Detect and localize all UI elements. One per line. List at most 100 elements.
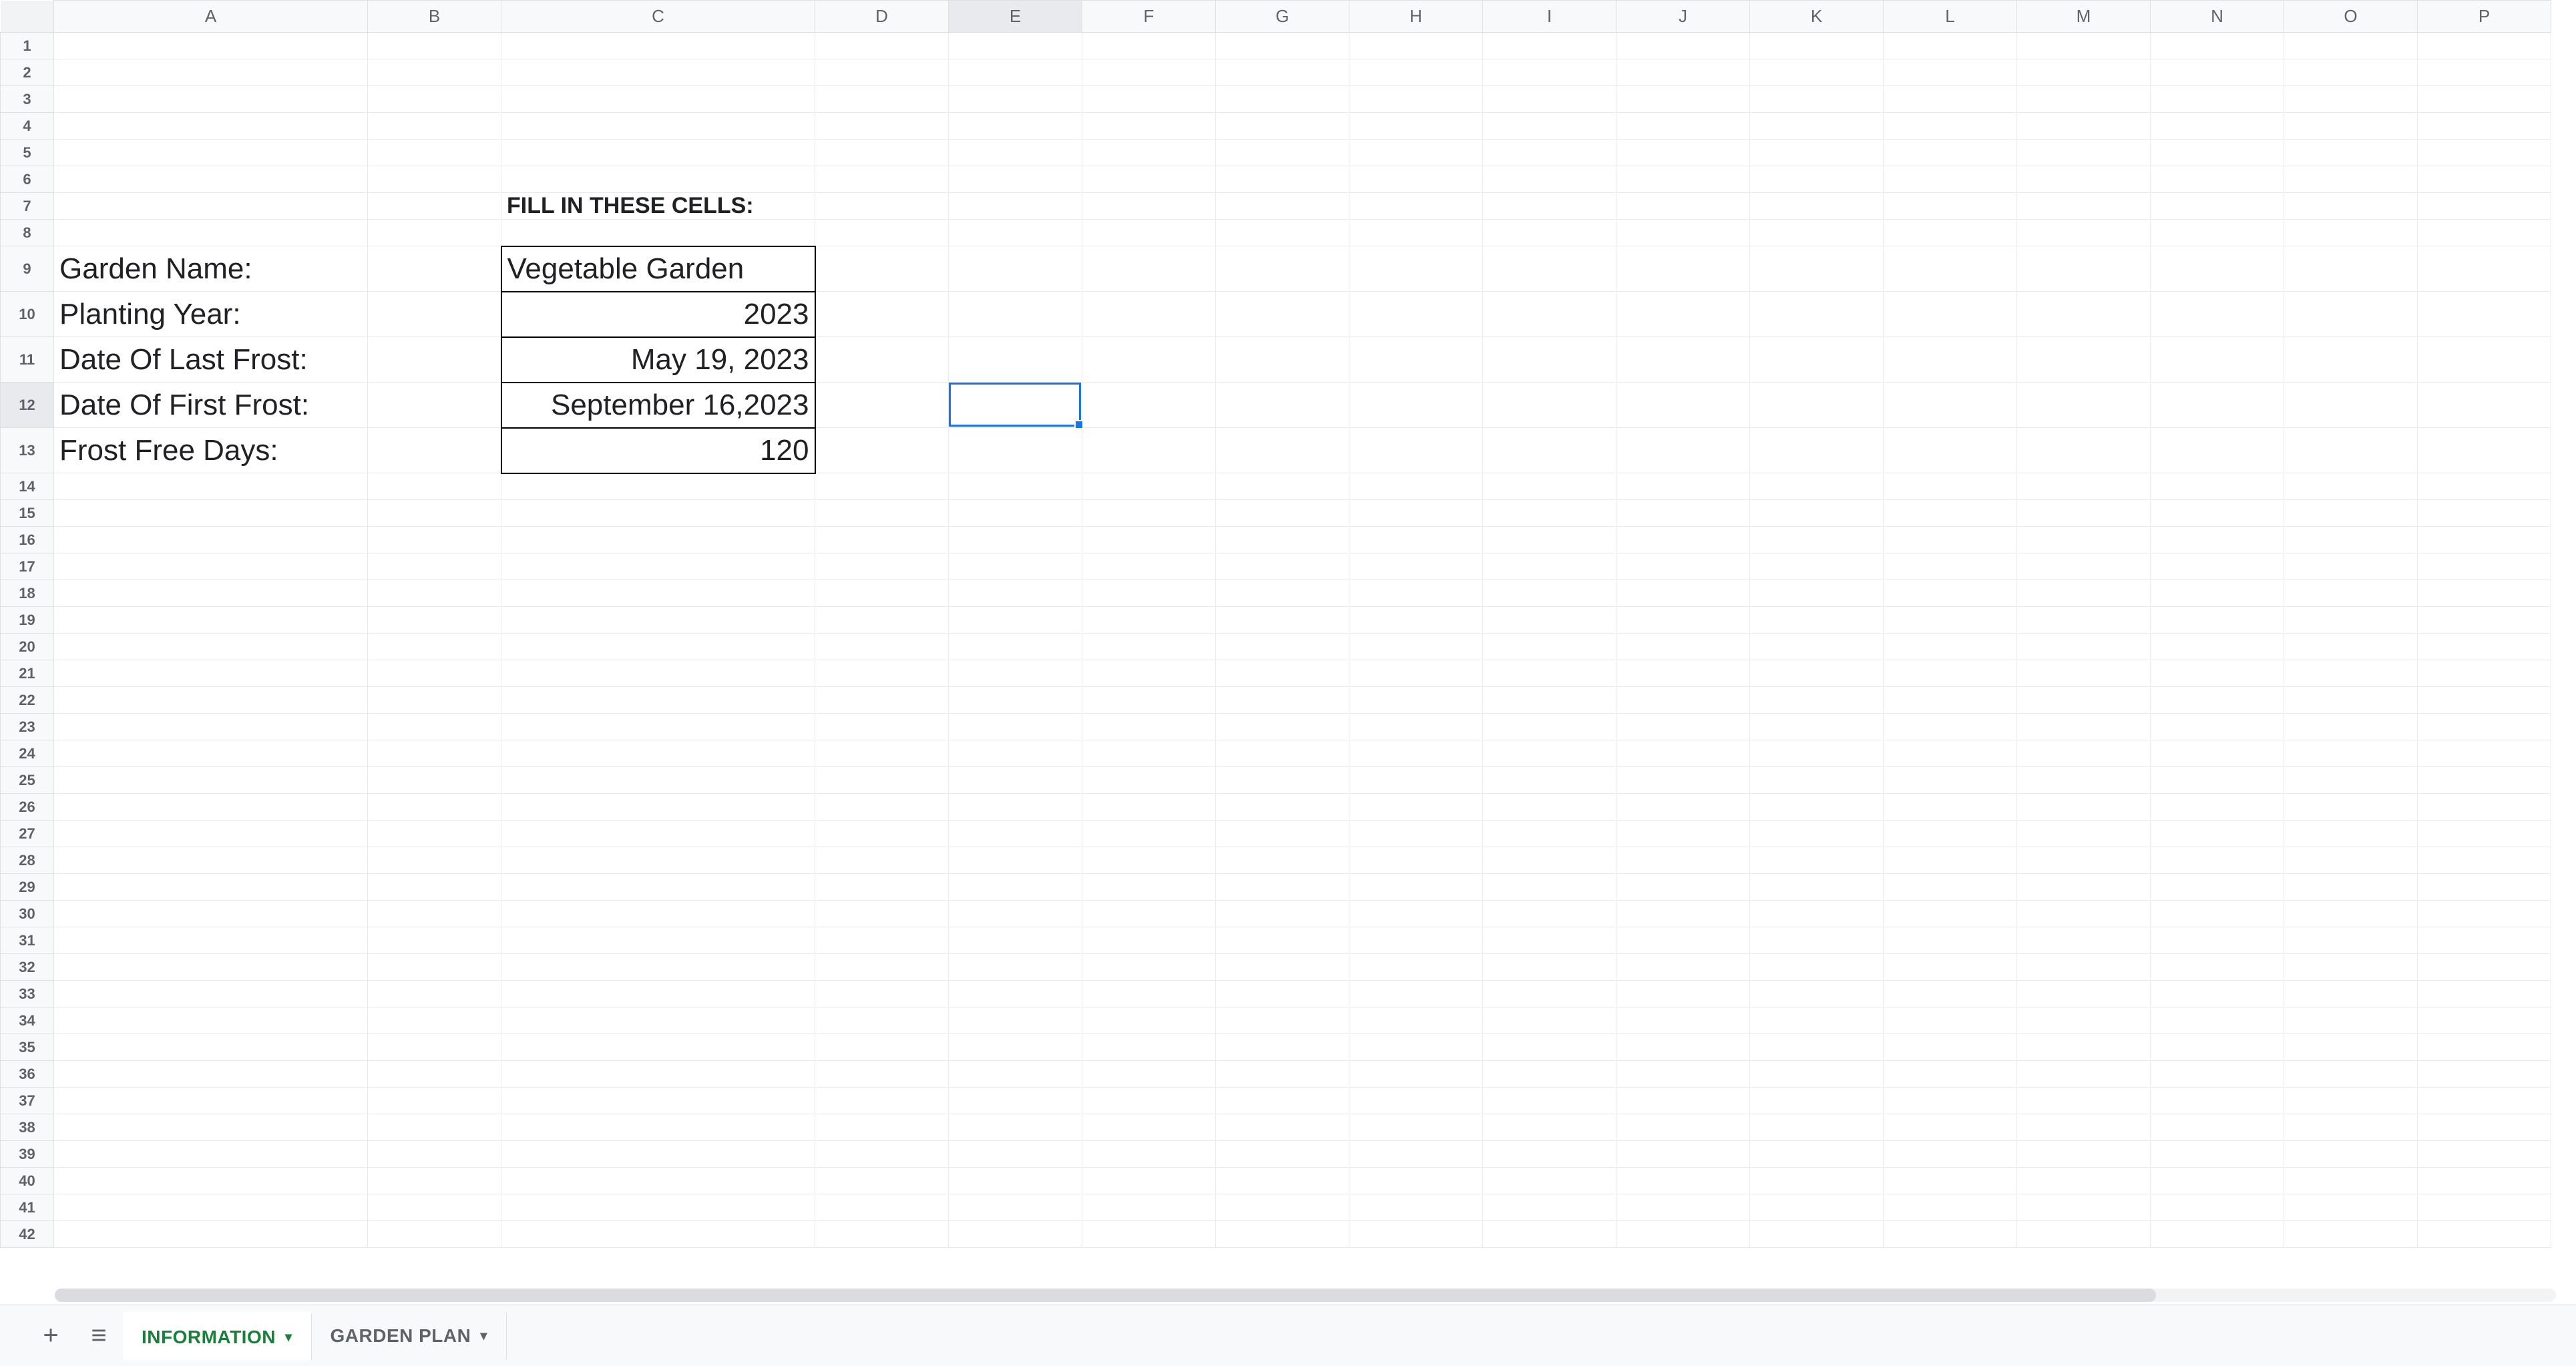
cell-A10[interactable]: Planting Year: (54, 292, 368, 337)
row-header-41[interactable]: 41 (1, 1194, 54, 1221)
cell-N5[interactable] (2151, 140, 2284, 166)
cell-O17[interactable] (2284, 553, 2418, 580)
cell-P21[interactable] (2418, 660, 2551, 687)
cell-G21[interactable] (1216, 660, 1349, 687)
cell-G16[interactable] (1216, 527, 1349, 553)
cell-A34[interactable] (54, 1007, 368, 1034)
cell-G32[interactable] (1216, 954, 1349, 981)
cell-J26[interactable] (1617, 794, 1750, 821)
cell-M31[interactable] (2017, 927, 2151, 954)
cell-I29[interactable] (1483, 874, 1617, 901)
cell-L15[interactable] (1884, 500, 2017, 527)
cell-P8[interactable] (2418, 220, 2551, 246)
cell-A42[interactable] (54, 1221, 368, 1248)
cell-H8[interactable] (1349, 220, 1483, 246)
row-header-8[interactable]: 8 (1, 220, 54, 246)
cell-K9[interactable] (1750, 246, 1884, 292)
cell-B35[interactable] (368, 1034, 501, 1061)
cell-H35[interactable] (1349, 1034, 1483, 1061)
row-header-35[interactable]: 35 (1, 1034, 54, 1061)
row-header-40[interactable]: 40 (1, 1168, 54, 1194)
column-header-O[interactable]: O (2284, 1, 2418, 33)
cell-M10[interactable] (2017, 292, 2151, 337)
cell-M37[interactable] (2017, 1088, 2151, 1114)
cell-L26[interactable] (1884, 794, 2017, 821)
cell-O23[interactable] (2284, 714, 2418, 740)
column-header-B[interactable]: B (368, 1, 501, 33)
cell-H2[interactable] (1349, 59, 1483, 86)
cell-N7[interactable] (2151, 193, 2284, 220)
cell-C40[interactable] (501, 1168, 815, 1194)
cell-K15[interactable] (1750, 500, 1884, 527)
cell-I35[interactable] (1483, 1034, 1617, 1061)
cell-H4[interactable] (1349, 113, 1483, 140)
cell-A13[interactable]: Frost Free Days: (54, 428, 368, 473)
cell-G17[interactable] (1216, 553, 1349, 580)
cell-E9[interactable] (949, 246, 1082, 292)
cell-O38[interactable] (2284, 1114, 2418, 1141)
cell-A35[interactable] (54, 1034, 368, 1061)
cell-L22[interactable] (1884, 687, 2017, 714)
row-header-33[interactable]: 33 (1, 981, 54, 1007)
cell-E33[interactable] (949, 981, 1082, 1007)
cell-K27[interactable] (1750, 821, 1884, 847)
cell-K37[interactable] (1750, 1088, 1884, 1114)
cell-B29[interactable] (368, 874, 501, 901)
cell-K38[interactable] (1750, 1114, 1884, 1141)
cell-O5[interactable] (2284, 140, 2418, 166)
cell-P1[interactable] (2418, 33, 2551, 59)
cell-F1[interactable] (1082, 33, 1216, 59)
cell-A39[interactable] (54, 1141, 368, 1168)
cell-E26[interactable] (949, 794, 1082, 821)
cell-G7[interactable] (1216, 193, 1349, 220)
cell-F39[interactable] (1082, 1141, 1216, 1168)
cell-B27[interactable] (368, 821, 501, 847)
cell-D7[interactable] (815, 193, 949, 220)
cell-F33[interactable] (1082, 981, 1216, 1007)
cell-H3[interactable] (1349, 86, 1483, 113)
cell-K31[interactable] (1750, 927, 1884, 954)
cell-L30[interactable] (1884, 901, 2017, 927)
cell-L29[interactable] (1884, 874, 2017, 901)
all-sheets-menu-button[interactable]: ≡ (75, 1312, 123, 1360)
spreadsheet-grid[interactable]: ABCDEFGHIJKLMNOP1234567FILL IN THESE CEL… (0, 0, 2551, 1248)
cell-M4[interactable] (2017, 113, 2151, 140)
cell-A12[interactable]: Date Of First Frost: (54, 383, 368, 428)
cell-O39[interactable] (2284, 1141, 2418, 1168)
column-header-A[interactable]: A (54, 1, 368, 33)
cell-D41[interactable] (815, 1194, 949, 1221)
cell-H12[interactable] (1349, 383, 1483, 428)
cell-F13[interactable] (1082, 428, 1216, 473)
cell-M18[interactable] (2017, 580, 2151, 607)
cell-F5[interactable] (1082, 140, 1216, 166)
cell-M1[interactable] (2017, 33, 2151, 59)
cell-B17[interactable] (368, 553, 501, 580)
cell-M8[interactable] (2017, 220, 2151, 246)
cell-A27[interactable] (54, 821, 368, 847)
cell-P33[interactable] (2418, 981, 2551, 1007)
column-header-H[interactable]: H (1349, 1, 1483, 33)
cell-H29[interactable] (1349, 874, 1483, 901)
cell-J31[interactable] (1617, 927, 1750, 954)
cell-E13[interactable] (949, 428, 1082, 473)
cell-O25[interactable] (2284, 767, 2418, 794)
cell-F10[interactable] (1082, 292, 1216, 337)
cell-G39[interactable] (1216, 1141, 1349, 1168)
cell-A19[interactable] (54, 607, 368, 634)
cell-F32[interactable] (1082, 954, 1216, 981)
cell-M21[interactable] (2017, 660, 2151, 687)
row-header-39[interactable]: 39 (1, 1141, 54, 1168)
cell-M38[interactable] (2017, 1114, 2151, 1141)
cell-E14[interactable] (949, 473, 1082, 500)
cell-O9[interactable] (2284, 246, 2418, 292)
cell-K42[interactable] (1750, 1221, 1884, 1248)
cell-J9[interactable] (1617, 246, 1750, 292)
cell-O2[interactable] (2284, 59, 2418, 86)
cell-P9[interactable] (2418, 246, 2551, 292)
cell-O11[interactable] (2284, 337, 2418, 383)
cell-M6[interactable] (2017, 166, 2151, 193)
cell-G40[interactable] (1216, 1168, 1349, 1194)
cell-O7[interactable] (2284, 193, 2418, 220)
cell-E8[interactable] (949, 220, 1082, 246)
cell-P2[interactable] (2418, 59, 2551, 86)
